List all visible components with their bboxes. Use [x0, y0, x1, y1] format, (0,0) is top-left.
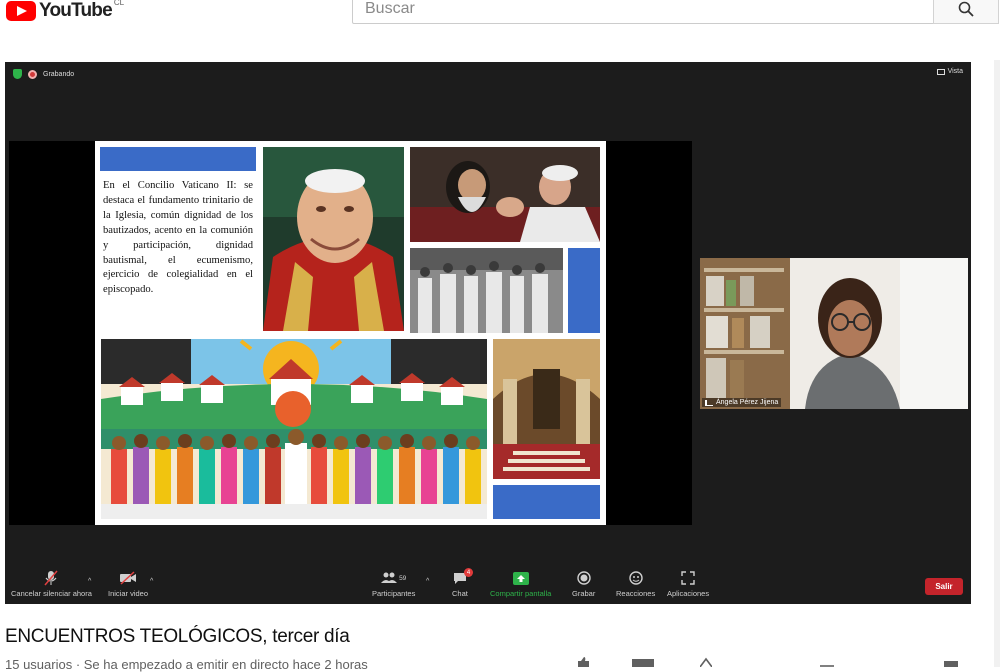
youtube-play-icon	[6, 1, 36, 21]
participants-icon	[381, 572, 398, 583]
save-icon[interactable]	[820, 657, 834, 667]
bishops-photo	[410, 248, 563, 333]
record-icon	[576, 568, 591, 588]
participants-button[interactable]: 59 Participantes	[372, 568, 415, 598]
video-player[interactable]: Grabando Vista En el Concilio Vaticano I…	[5, 62, 971, 604]
participant-video-tile[interactable]: Ángela Pérez Jijena	[700, 258, 968, 409]
chat-label: Chat	[452, 589, 468, 598]
participants-chevron-icon[interactable]: ^	[426, 578, 429, 585]
recording-indicator: Grabando	[13, 68, 74, 80]
reactions-icon	[628, 568, 643, 588]
unmute-label: Cancelar silenciar ahora	[11, 589, 92, 598]
page-scrollbar[interactable]	[994, 60, 1000, 667]
meeting-toolbar: Cancelar silenciar ahora ^ Iniciar video…	[5, 568, 971, 604]
video-title: ENCUENTROS TEOLÓGICOS, tercer día	[5, 626, 350, 647]
participants-label: Participantes	[372, 589, 416, 598]
slide-header-bar	[100, 147, 256, 171]
unmute-button[interactable]: Cancelar silenciar ahora	[11, 568, 92, 598]
participant-name: Ángela Pérez Jijena	[716, 399, 779, 406]
view-label: Vista	[947, 68, 963, 75]
apps-button[interactable]: Aplicaciones	[667, 568, 709, 598]
start-video-button[interactable]: Iniciar video	[108, 568, 148, 598]
slide-side-bar	[568, 248, 600, 333]
youtube-logo[interactable]: YouTube CL	[6, 0, 124, 22]
reactions-label: Reacciones	[616, 589, 656, 598]
participants-count: 59	[399, 574, 407, 582]
audio-options-chevron-icon[interactable]: ^	[88, 578, 91, 585]
chat-button[interactable]: 4 Chat	[452, 568, 473, 598]
share-screen-icon	[512, 568, 529, 588]
apps-label: Aplicaciones	[667, 589, 710, 598]
participants-icon-group: 59	[381, 568, 406, 588]
record-dot-icon	[28, 69, 37, 79]
leave-meeting-button[interactable]: Salir	[925, 578, 963, 595]
pope-portrait-photo	[263, 147, 404, 331]
people-mural-illustration	[101, 339, 487, 519]
record-label: Grabar	[572, 589, 596, 598]
muted-microphone-icon	[44, 568, 59, 588]
youtube-header: YouTube CL	[0, 0, 1000, 38]
slide-body-text: En el Concilio Vaticano II: se destaca e…	[103, 180, 253, 296]
view-button[interactable]: Vista	[936, 68, 963, 75]
grid-icon	[936, 68, 945, 75]
region-code: CL	[113, 0, 125, 7]
search-button[interactable]	[933, 0, 999, 24]
share-screen-button[interactable]: Compartir pantalla	[490, 568, 551, 598]
start-video-label: Iniciar video	[108, 589, 149, 598]
dislike-icon[interactable]	[632, 657, 654, 667]
search-box	[352, 0, 934, 24]
record-button[interactable]: Grabar	[572, 568, 595, 598]
search-icon	[958, 1, 974, 17]
video-off-icon	[119, 568, 137, 588]
shield-icon	[13, 69, 22, 79]
reactions-button[interactable]: Reacciones	[616, 568, 655, 598]
share-icon[interactable]	[700, 657, 712, 667]
video-options-chevron-icon[interactable]: ^	[150, 578, 153, 585]
chat-badge: 4	[464, 568, 473, 577]
more-options-icon[interactable]	[944, 657, 958, 667]
youtube-wordmark: YouTube	[39, 0, 113, 21]
search-input[interactable]	[353, 0, 933, 23]
like-icon[interactable]	[576, 657, 590, 667]
recording-label: Grabando	[43, 70, 75, 78]
embrace-photo	[410, 147, 600, 242]
basilica-photo	[493, 339, 600, 479]
apps-icon	[681, 568, 695, 588]
signal-icon	[705, 399, 713, 406]
share-screen-label: Compartir pantalla	[490, 589, 552, 598]
presentation-slide: En el Concilio Vaticano II: se destaca e…	[95, 141, 606, 525]
slide-footer-bar	[493, 485, 600, 519]
video-meta: 15 usuarios · Se ha empezado a emitir en…	[5, 657, 368, 672]
participant-name-tag: Ángela Pérez Jijena	[702, 398, 782, 407]
